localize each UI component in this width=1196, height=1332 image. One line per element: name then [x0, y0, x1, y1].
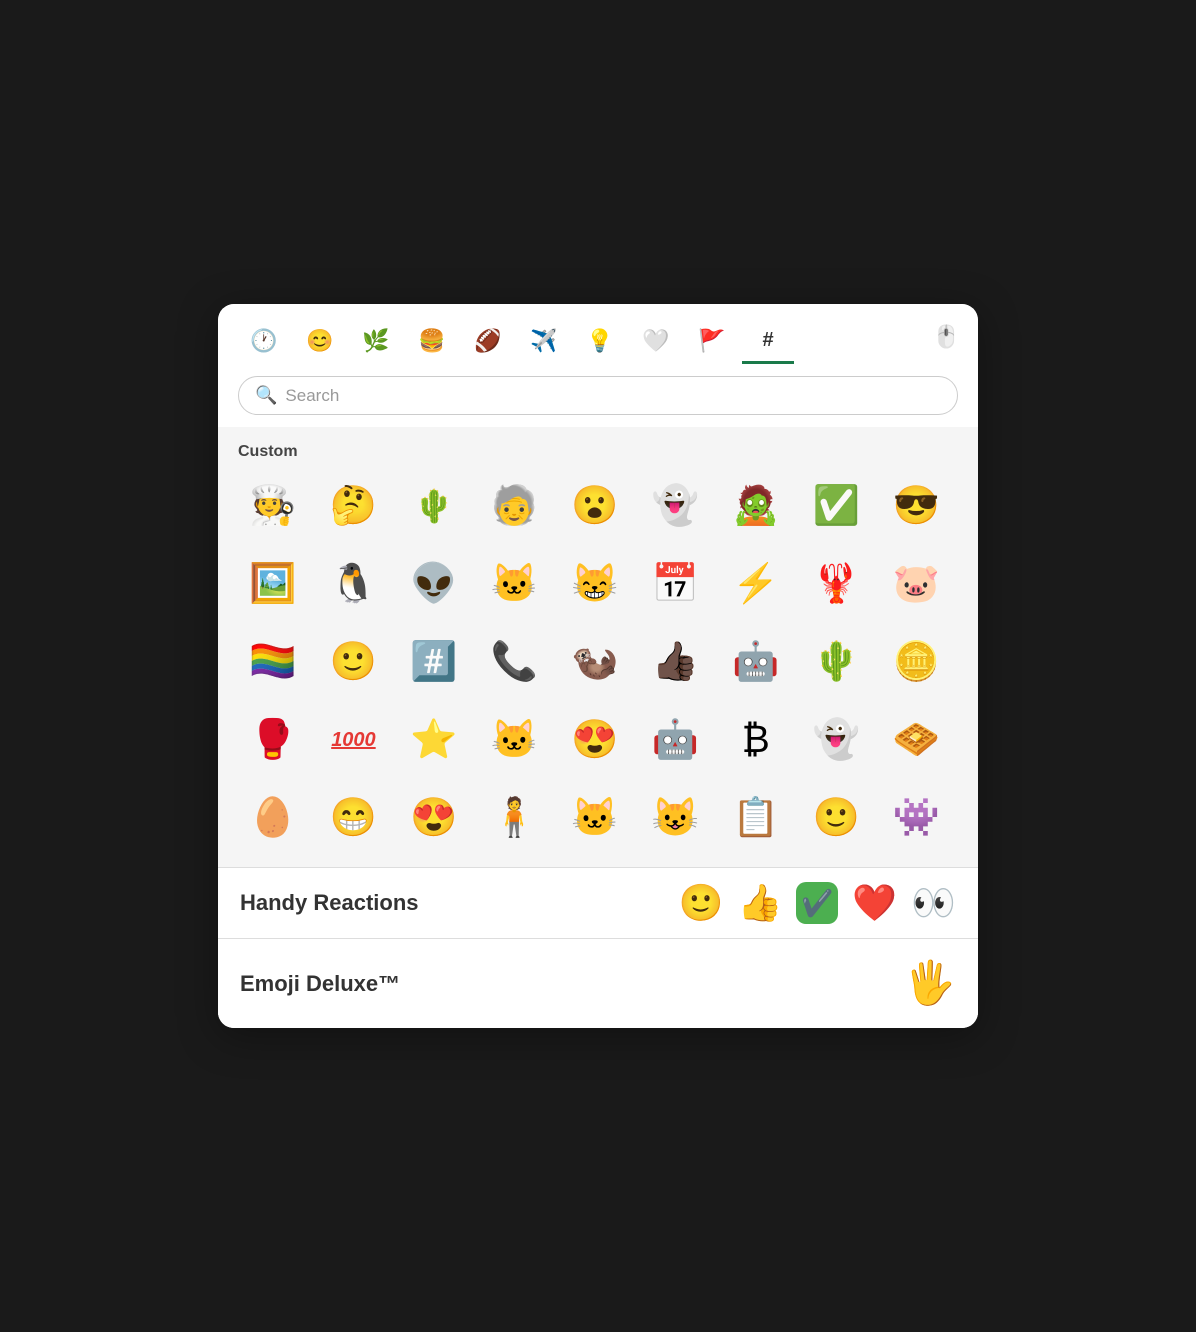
category-custom[interactable]: #: [742, 320, 794, 364]
emoji-cat-face[interactable]: 🐱: [560, 783, 630, 853]
emoji-ghost[interactable]: 👻: [801, 705, 871, 775]
emoji-fox[interactable]: 🦊: [882, 861, 952, 867]
emoji-slack[interactable]: 📋: [721, 783, 791, 853]
emoji-cat-tie[interactable]: 🐱: [479, 549, 549, 619]
emoji-cool-face[interactable]: 😎: [882, 471, 952, 541]
emoji-bitcoin[interactable]: ₿: [721, 705, 791, 775]
emoji-chef[interactable]: 🧑‍🍳: [238, 471, 308, 541]
emoji-rainbow[interactable]: 🏳️‍🌈: [238, 627, 308, 697]
emoji-grid-row5: 🥚 😁 😍 🧍 🐱 😺 📋 🙂 👾: [238, 783, 958, 853]
search-bar: 🔍: [218, 364, 978, 427]
category-recent[interactable]: 🕐: [238, 320, 290, 364]
category-activity[interactable]: 🏈: [462, 320, 514, 364]
emoji-boxing[interactable]: 🥊: [238, 705, 308, 775]
category-objects[interactable]: 💡: [574, 320, 626, 364]
emoji-grid-row4: 🥊 1000 ⭐ 🐱 😍 🤖 ₿ 👻 🧇: [238, 705, 958, 775]
cursor: 🖱️: [933, 324, 960, 350]
custom-section-label: Custom: [238, 443, 958, 461]
emoji-smile[interactable]: 🙂: [318, 627, 388, 697]
emoji-frame[interactable]: 🖼️: [238, 549, 308, 619]
search-icon: 🔍: [255, 385, 277, 406]
emoji-custom1[interactable]: 🌵: [399, 471, 469, 541]
emoji-mario[interactable]: 👾: [882, 783, 952, 853]
emoji-neutral[interactable]: 😐: [640, 861, 710, 867]
category-food[interactable]: 🍔: [406, 320, 458, 364]
reaction-smile[interactable]: 🙂: [679, 882, 724, 924]
emoji-waffle[interactable]: 🧇: [882, 705, 952, 775]
emoji-wow[interactable]: 😮: [560, 471, 630, 541]
emoji-swirl[interactable]: 🌀: [560, 861, 630, 867]
emoji-deluxe-hand[interactable]: 🖐️: [904, 959, 956, 1008]
category-bar: 🕐 😊 🌿 🍔 🏈 ✈️ 💡 🤍 🚩 # 🖱️: [218, 304, 978, 364]
search-wrapper: 🔍: [238, 376, 958, 415]
emoji-cool-badge[interactable]: COOL: [318, 861, 388, 867]
reaction-thumbsup[interactable]: 👍: [738, 882, 783, 924]
emoji-verified[interactable]: ✅: [801, 471, 871, 541]
emoji-grid-row3: 🏳️‍🌈 🙂 #️⃣ 📞 🦦 👍🏿 🤖 🌵 🪙: [238, 627, 958, 697]
emoji-scroll-area[interactable]: Custom 🧑‍🍳 🤔 🌵 🧓 😮 👻 🧟 ✅ 😎 🖼️ 🐧 👽 🐱 😸: [218, 427, 978, 867]
emoji-thumbsup-dark[interactable]: 👍🏿: [640, 627, 710, 697]
emoji-heart-eyes[interactable]: 😍: [560, 705, 630, 775]
emoji-lobster[interactable]: 🦞: [801, 549, 871, 619]
emoji-hashtag[interactable]: #️⃣: [399, 627, 469, 697]
emoji-pikachu[interactable]: ⚡: [721, 549, 791, 619]
emoji-c3po[interactable]: 🤖: [721, 627, 791, 697]
emoji-homer[interactable]: 😁: [318, 783, 388, 853]
emoji-devil[interactable]: 😈: [399, 861, 469, 867]
emoji-beard[interactable]: 🧓: [479, 471, 549, 541]
emoji-calendar[interactable]: 📅: [640, 549, 710, 619]
emoji-deluxe-label: Emoji Deluxe™: [240, 971, 890, 997]
emoji-heart-eyes2[interactable]: 😍: [399, 783, 469, 853]
emoji-ghostbuster[interactable]: 👻: [640, 471, 710, 541]
emoji-grid-row2: 🖼️ 🐧 👽 🐱 😸 📅 ⚡ 🦞 🐷: [238, 549, 958, 619]
emoji-star[interactable]: ⭐: [399, 705, 469, 775]
search-input[interactable]: [285, 386, 941, 406]
emoji-thinking[interactable]: 🤔: [318, 471, 388, 541]
reaction-check[interactable]: ✔️: [796, 882, 838, 924]
emoji-raccoon[interactable]: 🦝: [721, 861, 791, 867]
emoji-otter[interactable]: 🦦: [560, 627, 630, 697]
emoji-egg[interactable]: 🥚: [238, 783, 308, 853]
reaction-eyes[interactable]: 👀: [911, 882, 956, 924]
category-travel[interactable]: ✈️: [518, 320, 570, 364]
category-nature[interactable]: 🌿: [350, 320, 402, 364]
emoji-phone[interactable]: 📞: [479, 627, 549, 697]
handy-reactions-label: Handy Reactions: [240, 890, 665, 916]
emoji-smiley[interactable]: 🙂: [801, 783, 871, 853]
emoji-picker: 🕐 😊 🌿 🍔 🏈 ✈️ 💡 🤍 🚩 # 🖱️ 🔍 Custom 🧑‍🍳 🤔 🌵…: [218, 304, 978, 1028]
category-flags[interactable]: 🚩: [686, 320, 738, 364]
emoji-zombie[interactable]: 🧟: [721, 471, 791, 541]
emoji-1000[interactable]: 1000: [318, 705, 388, 775]
reaction-heart[interactable]: ❤️: [852, 882, 897, 924]
emoji-mr-burns[interactable]: 🕴️: [479, 861, 549, 867]
emoji-hello-kitty[interactable]: 😺: [640, 783, 710, 853]
category-symbols[interactable]: 🤍: [630, 320, 682, 364]
emoji-pig[interactable]: 🐷: [882, 549, 952, 619]
emoji-bb8[interactable]: 🤖: [640, 705, 710, 775]
emoji-grumpy-cat[interactable]: 🐱: [238, 861, 308, 867]
picker-body: Custom 🧑‍🍳 🤔 🌵 🧓 😮 👻 🧟 ✅ 😎 🖼️ 🐧 👽 🐱 😸: [218, 427, 978, 1028]
emoji-cactus[interactable]: 🌵: [801, 627, 871, 697]
emoji-coin[interactable]: 🪙: [882, 627, 952, 697]
emoji-cheshire[interactable]: 😸: [560, 549, 630, 619]
emoji-grid-row1: 🧑‍🍳 🤔 🌵 🧓 😮 👻 🧟 ✅ 😎: [238, 471, 958, 541]
category-people[interactable]: 😊: [294, 320, 346, 364]
emoji-penguin[interactable]: 🐧: [318, 549, 388, 619]
emoji-grid-row6: 🐱 COOL 😈 🕴️ 🌀 😐 🦝 🦕 🦊: [238, 861, 958, 867]
emoji-raptor[interactable]: 🦕: [801, 861, 871, 867]
emoji-alien[interactable]: 👽: [399, 549, 469, 619]
emoji-person[interactable]: 🧍: [479, 783, 549, 853]
emoji-cat-custom[interactable]: 🐱: [479, 705, 549, 775]
emoji-deluxe-row: Emoji Deluxe™ 🖐️: [218, 939, 978, 1028]
handy-reactions-row: Handy Reactions 🙂 👍 ✔️ ❤️ 👀: [218, 868, 978, 938]
